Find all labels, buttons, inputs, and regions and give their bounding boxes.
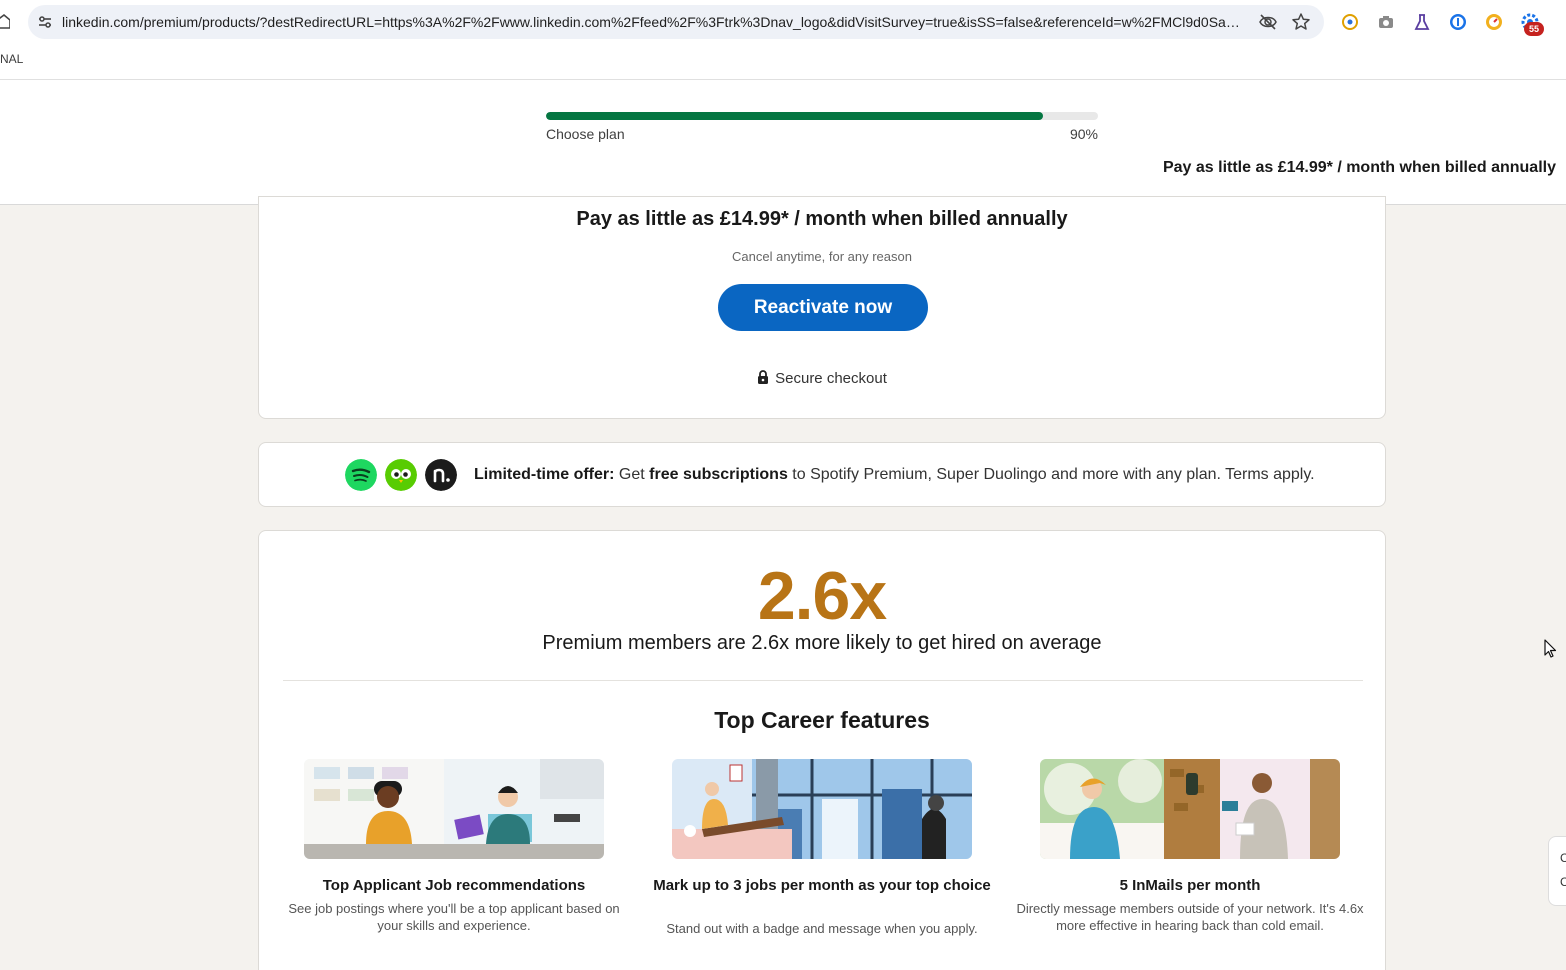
cancel-note: Cancel anytime, for any reason [732,249,912,264]
progress-step-label: Choose plan [546,126,625,142]
pricing-card: Pay as little as £14.99* / month when bi… [258,196,1386,419]
secure-checkout: Secure checkout [259,370,1385,387]
offer-text[interactable]: Limited-time offer: Get free subscriptio… [474,466,1315,484]
duolingo-logo-icon [385,459,417,491]
divider [283,680,1363,681]
side-tab-text: C [1560,851,1566,865]
mouse-cursor-icon [1544,639,1557,658]
feature-description: Stand out with a badge and message when … [666,921,978,936]
feature-title: 5 InMails per month [1119,877,1261,894]
extension-password-icon[interactable] [1447,11,1469,33]
offer-highlight: free subscriptions [649,466,788,483]
offer-lead: Limited-time offer: [474,466,615,483]
price-headline: Pay as little as £14.99* / month when bi… [576,208,1068,230]
feature-title: Top Applicant Job recommendations [322,877,586,894]
hire-stat-caption: Premium members are 2.6x more likely to … [542,632,1102,654]
address-bar[interactable]: linkedin.com/premium/products/?destRedir… [28,5,1324,39]
features-title: Top Career features [714,707,930,733]
eye-off-icon[interactable] [1258,13,1278,31]
features-card: 2.6x Premium members are 2.6x more likel… [258,530,1386,970]
inmail-illustration [1040,759,1340,859]
extension-camera-icon[interactable] [1375,11,1397,33]
top-applicant-illustration [304,759,604,859]
home-icon[interactable] [0,12,10,32]
progress-percent: 90% [1069,126,1098,142]
hire-stat-number: 2.6x [757,558,887,634]
progress-bar-fill [546,112,1043,120]
extension-flask-icon[interactable] [1411,11,1433,33]
feature-title: Mark up to 3 jobs per month as your top … [653,877,991,894]
offer-banner: Limited-time offer: Get free subscriptio… [258,442,1386,507]
progress-bar [546,112,1098,120]
offer-text-part-2: to Spotify Premium, Super Duolingo and m… [787,466,1315,483]
lock-icon [758,370,769,384]
extension-badge: 55 [1524,22,1544,36]
feature-description: See job postings where you'll be a top a… [288,901,620,933]
url-text[interactable]: linkedin.com/premium/products/?destRedir… [62,14,1242,30]
top-choice-illustration [672,759,972,859]
side-tab-text: C [1560,875,1566,889]
offer-text-part-1: Get [614,466,650,483]
checkout-progress-header: Choose plan 90% Pay as little as £14.99*… [0,80,1566,205]
reactivate-button[interactable]: Reactivate now [718,284,928,331]
spotify-logo-icon [345,459,377,491]
bookmark-item[interactable]: NAL [0,52,23,66]
browser-toolbar: linkedin.com/premium/products/?destRedir… [0,0,1566,44]
bookmarks-bar: NAL [0,44,1566,80]
extension-compass-icon[interactable] [1339,11,1361,33]
noom-logo-icon [425,459,457,491]
secure-checkout-label: Secure checkout [775,370,887,387]
feature-description: Directly message members outside of your… [1016,901,1364,933]
header-price-text: Pay as little as £14.99* / month when bi… [1162,159,1556,176]
side-panel-tab[interactable]: C C [1548,836,1566,906]
site-settings-icon[interactable] [36,13,54,31]
bookmark-star-icon[interactable] [1291,12,1311,32]
extension-clock-icon[interactable] [1483,11,1505,33]
